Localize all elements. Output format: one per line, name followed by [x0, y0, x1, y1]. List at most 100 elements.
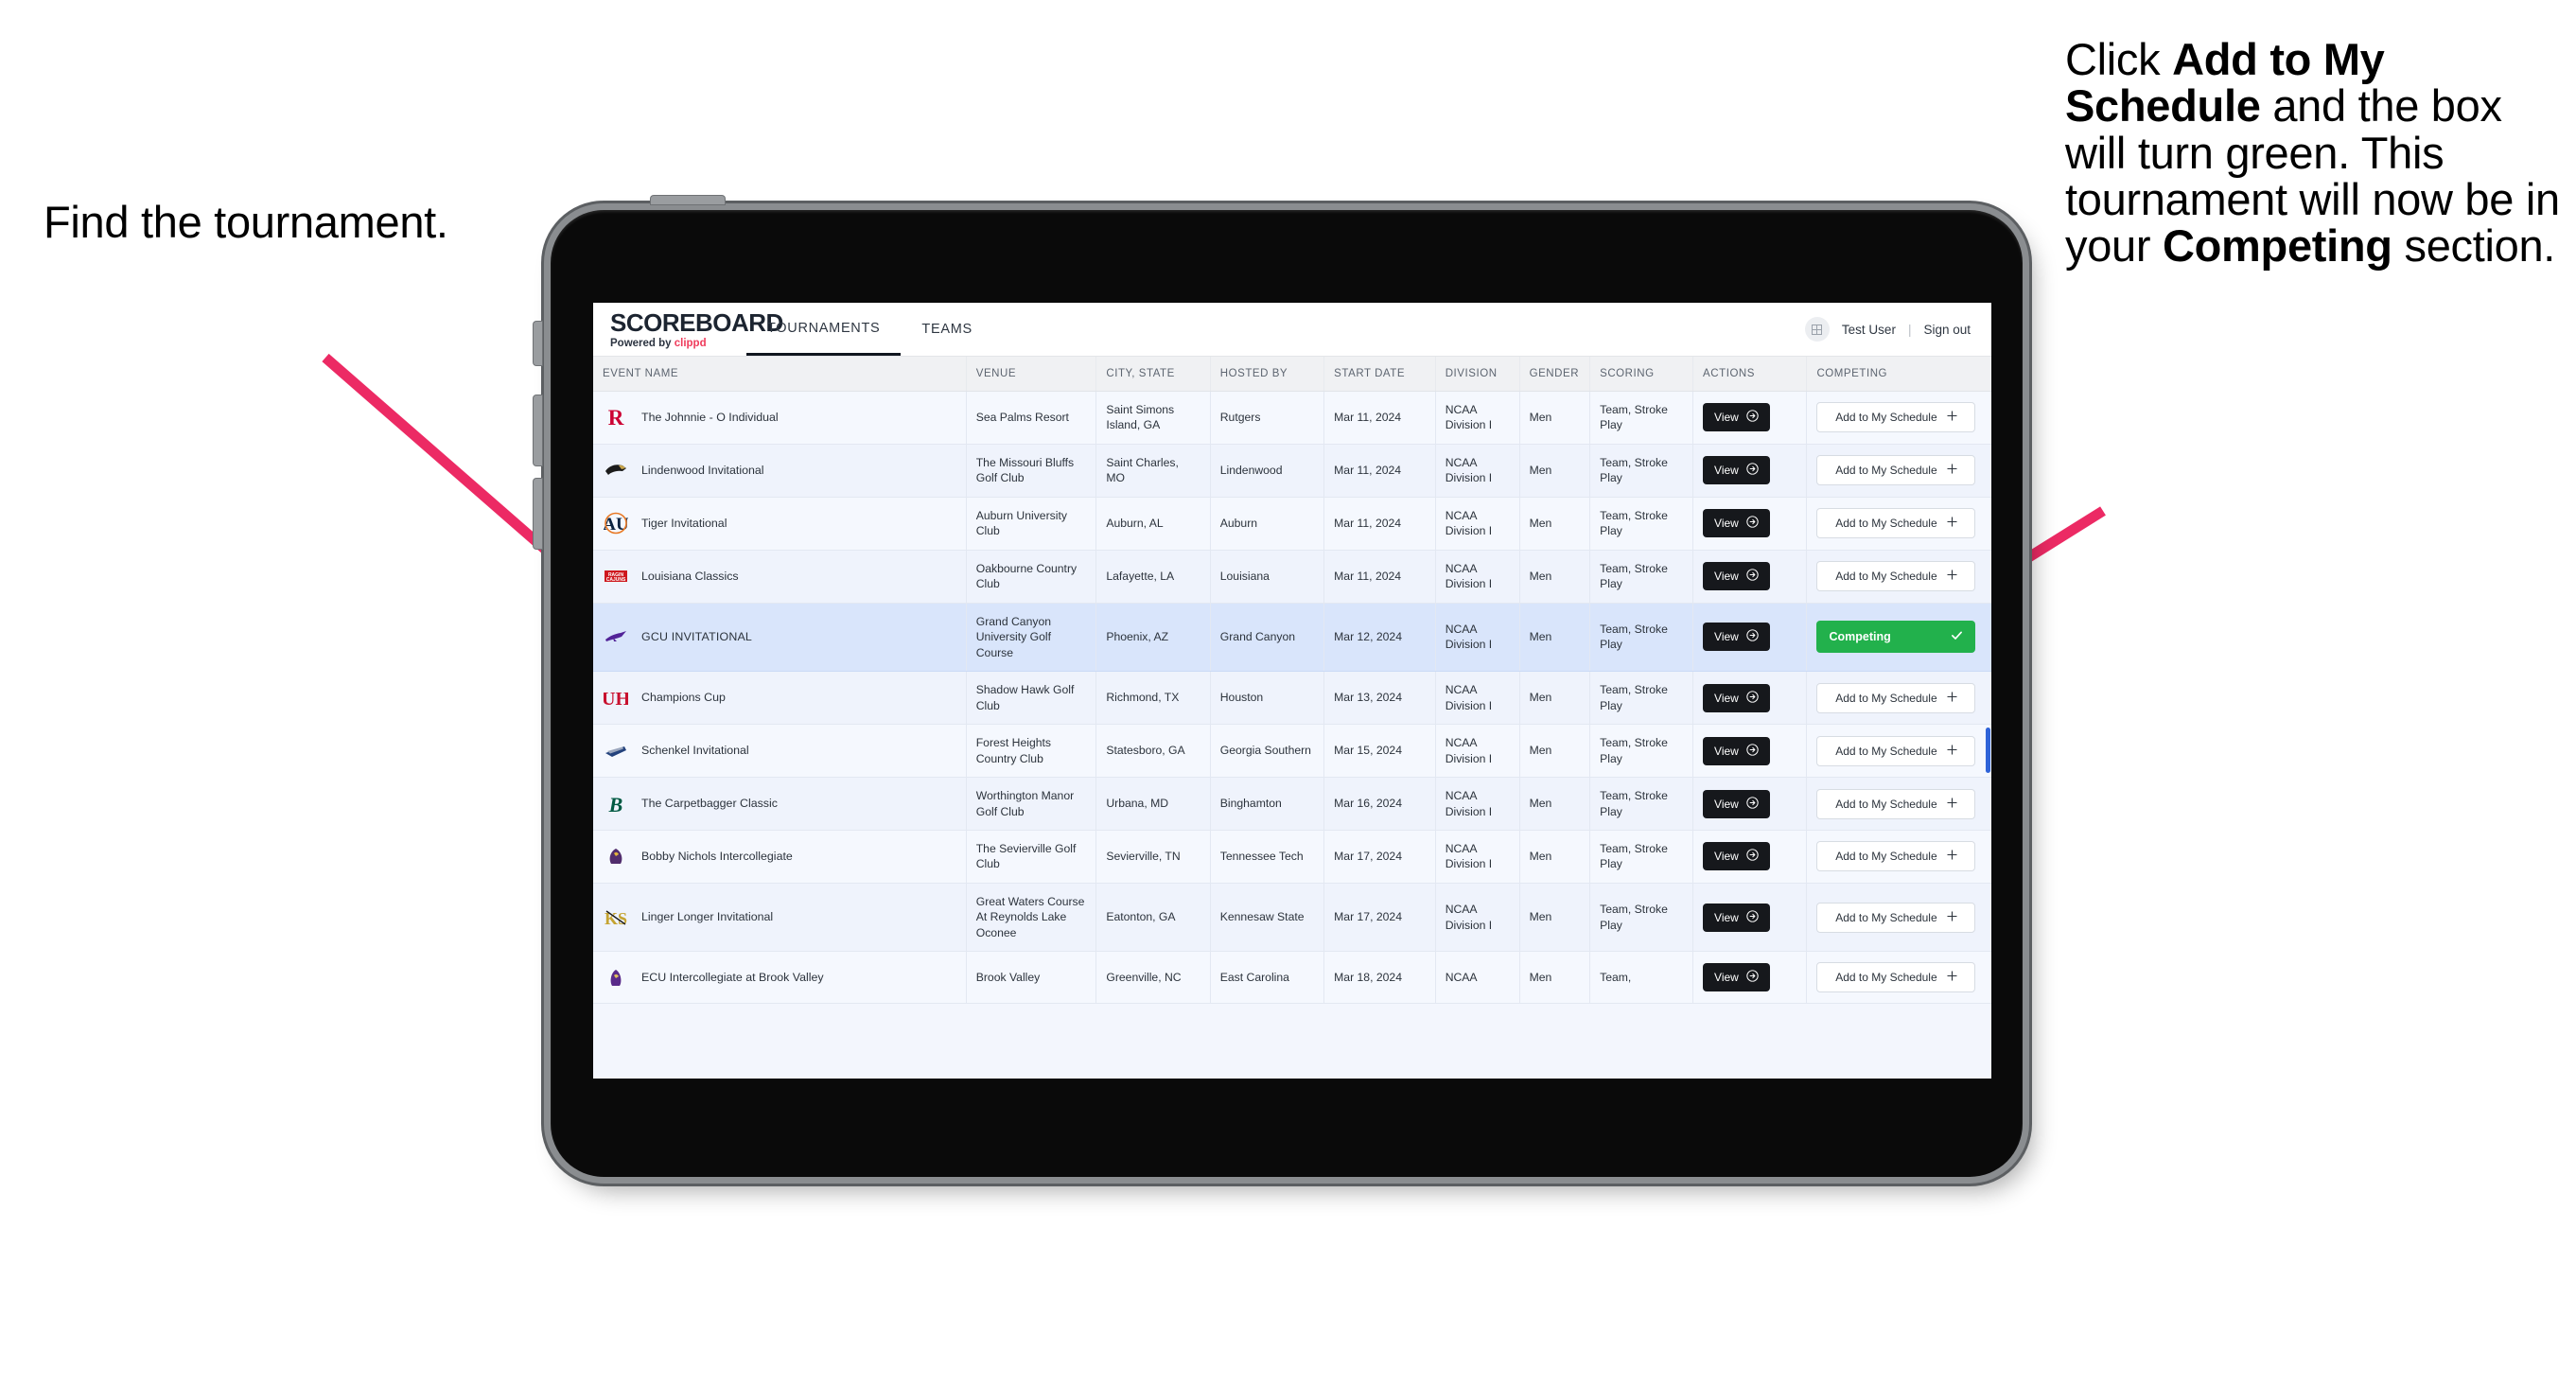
col-city-state[interactable]: CITY, STATE [1095, 357, 1211, 392]
table-row[interactable]: Bobby Nichols Intercollegiate The Sevierv… [593, 830, 1991, 884]
add-to-my-schedule-button[interactable]: Add to My Schedule [1816, 561, 1976, 592]
table-row[interactable]: Schenkel Invitational Forest Heights Coun… [593, 724, 1991, 779]
tournaments-table-scroll[interactable]: EVENT NAME VENUE CITY, STATE HOSTED BY S… [593, 357, 1991, 1079]
col-competing[interactable]: COMPETING [1806, 357, 1991, 392]
cell-competing: Add to My Schedule [1806, 391, 1991, 445]
cell-gender: Men [1519, 671, 1591, 726]
col-actions[interactable]: ACTIONS [1692, 357, 1808, 392]
tab-teams[interactable]: TEAMS [901, 303, 992, 356]
tournaments-table: EVENT NAME VENUE CITY, STATE HOSTED BY S… [593, 357, 1991, 1005]
add-to-my-schedule-button[interactable]: Add to My Schedule [1816, 508, 1976, 539]
gcu-lopes-logo [603, 624, 629, 649]
cell-hosted-by: Kennesaw State [1210, 883, 1325, 953]
add-to-my-schedule-label: Add to My Schedule [1835, 411, 1937, 425]
table-row[interactable]: R The Johnnie - O Individual Sea Palms Res… [593, 391, 1991, 445]
col-start-date[interactable]: START DATE [1323, 357, 1436, 392]
grid-icon[interactable] [1804, 317, 1830, 342]
volume-down-button[interactable] [534, 479, 542, 549]
cell-competing: Add to My Schedule [1806, 497, 1991, 551]
cell-start-date: Mar 15, 2024 [1323, 724, 1436, 779]
cell-start-date: Mar 11, 2024 [1323, 497, 1436, 551]
side-button-top[interactable] [534, 322, 542, 365]
svg-text:CAJUNS: CAJUNS [606, 577, 626, 583]
view-label: View [1714, 630, 1739, 644]
cell-city-state: Richmond, TX [1095, 671, 1211, 726]
competing-button[interactable]: Competing [1816, 621, 1976, 654]
add-to-my-schedule-button[interactable]: Add to My Schedule [1816, 735, 1976, 766]
add-to-my-schedule-button[interactable]: Add to My Schedule [1816, 962, 1976, 993]
cell-actions: View [1692, 951, 1808, 1005]
tablet-device-frame: SCOREBOARD Powered by clippd TOURNAMENTS… [534, 196, 2023, 1177]
add-to-my-schedule-label: Add to My Schedule [1835, 910, 1937, 924]
cell-city-state: Sevierville, TN [1095, 830, 1211, 884]
view-button[interactable]: View [1703, 903, 1770, 932]
add-to-my-schedule-button[interactable]: Add to My Schedule [1816, 402, 1976, 433]
view-button[interactable]: View [1703, 562, 1770, 591]
table-head: EVENT NAME VENUE CITY, STATE HOSTED BY S… [593, 357, 1991, 392]
cell-actions: View [1692, 777, 1808, 831]
view-label: View [1714, 910, 1739, 924]
add-to-my-schedule-button[interactable]: Add to My Schedule [1816, 682, 1976, 713]
volume-up-button[interactable] [534, 395, 542, 465]
table-row[interactable]: B The Carpetbagger Classic Worthington Man… [593, 777, 1991, 831]
table-row[interactable]: KS Linger Longer Invitational Great Waters… [593, 883, 1991, 953]
cell-venue: Sea Palms Resort [966, 391, 1097, 445]
table-row[interactable]: Lindenwood Invitational The Missouri Bluf… [593, 444, 1991, 498]
cell-start-date: Mar 11, 2024 [1323, 444, 1436, 498]
view-label: View [1714, 797, 1739, 811]
brand-wordmark: SCOREBOARD [610, 308, 783, 337]
col-hosted-by[interactable]: HOSTED BY [1210, 357, 1325, 392]
view-button[interactable]: View [1703, 842, 1770, 871]
col-venue[interactable]: VENUE [966, 357, 1097, 392]
view-button[interactable]: View [1703, 623, 1770, 652]
table-row[interactable]: GCU INVITATIONAL Grand Canyon University … [593, 603, 1991, 673]
tab-tournaments[interactable]: TOURNAMENTS [746, 303, 902, 356]
kennesaw-state-ks-logo: KS [603, 905, 629, 930]
cell-actions: View [1692, 671, 1808, 726]
cell-city-state: Statesboro, GA [1095, 724, 1211, 779]
cell-city-state: Greenville, NC [1095, 951, 1211, 1005]
sign-out-link[interactable]: Sign out [1923, 323, 1971, 337]
add-to-my-schedule-label: Add to My Schedule [1835, 691, 1937, 705]
add-to-my-schedule-button[interactable]: Add to My Schedule [1816, 788, 1976, 819]
view-button[interactable]: View [1703, 789, 1770, 818]
power-button[interactable] [651, 196, 725, 204]
table-row[interactable]: UH Champions Cup Shadow Hawk Golf Club Rich… [593, 671, 1991, 726]
col-event-name[interactable]: EVENT NAME [593, 357, 967, 392]
col-scoring[interactable]: SCORING [1589, 357, 1694, 392]
cell-event-name: B The Carpetbagger Classic [593, 777, 967, 831]
cell-venue: Oakbourne Country Club [966, 550, 1097, 604]
rutgers-r-logo: R [603, 405, 629, 430]
circle-arrow-right-icon [1746, 516, 1759, 531]
houston-uh-logo: UH [603, 686, 629, 711]
table-row[interactable]: AU Tiger Invitational Auburn University Cl… [593, 497, 1991, 551]
add-to-my-schedule-button[interactable]: Add to My Schedule [1816, 841, 1976, 872]
table-row[interactable]: ECU Intercollegiate at Brook Valley Brook… [593, 951, 1991, 1005]
user-menu: Test User | Sign out [1804, 303, 1991, 356]
table-row[interactable]: RAGIN CAJUNS Louisiana Classics Oakbourne C… [593, 550, 1991, 604]
cell-scoring: Team, Stroke Play [1589, 671, 1694, 726]
cell-competing: Competing [1806, 603, 1991, 673]
view-button[interactable]: View [1703, 736, 1770, 765]
tennessee-tech-eagle-logo [603, 844, 629, 868]
col-gender[interactable]: GENDER [1519, 357, 1591, 392]
add-to-my-schedule-button[interactable]: Add to My Schedule [1816, 455, 1976, 486]
view-button[interactable]: View [1703, 963, 1770, 992]
cell-gender: Men [1519, 830, 1591, 884]
event-name-text: Tiger Invitational [641, 516, 727, 530]
brand-logo[interactable]: SCOREBOARD Powered by clippd [593, 303, 783, 356]
view-button[interactable]: View [1703, 683, 1770, 712]
cell-actions: View [1692, 444, 1808, 498]
vertical-scrollbar-thumb[interactable] [1986, 728, 1990, 773]
cell-competing: Add to My Schedule [1806, 883, 1991, 953]
col-division[interactable]: DIVISION [1435, 357, 1520, 392]
add-to-my-schedule-button[interactable]: Add to My Schedule [1816, 902, 1976, 933]
plus-icon [1947, 517, 1957, 530]
view-button[interactable]: View [1703, 509, 1770, 538]
annotation-right-text: Click Add to My Schedule and the box wil… [2065, 34, 2560, 272]
view-button[interactable]: View [1703, 403, 1770, 432]
cell-venue: The Missouri Bluffs Golf Club [966, 444, 1097, 498]
view-button[interactable]: View [1703, 456, 1770, 485]
cell-division: NCAA Division I [1435, 391, 1520, 445]
add-to-my-schedule-label: Add to My Schedule [1835, 744, 1937, 758]
